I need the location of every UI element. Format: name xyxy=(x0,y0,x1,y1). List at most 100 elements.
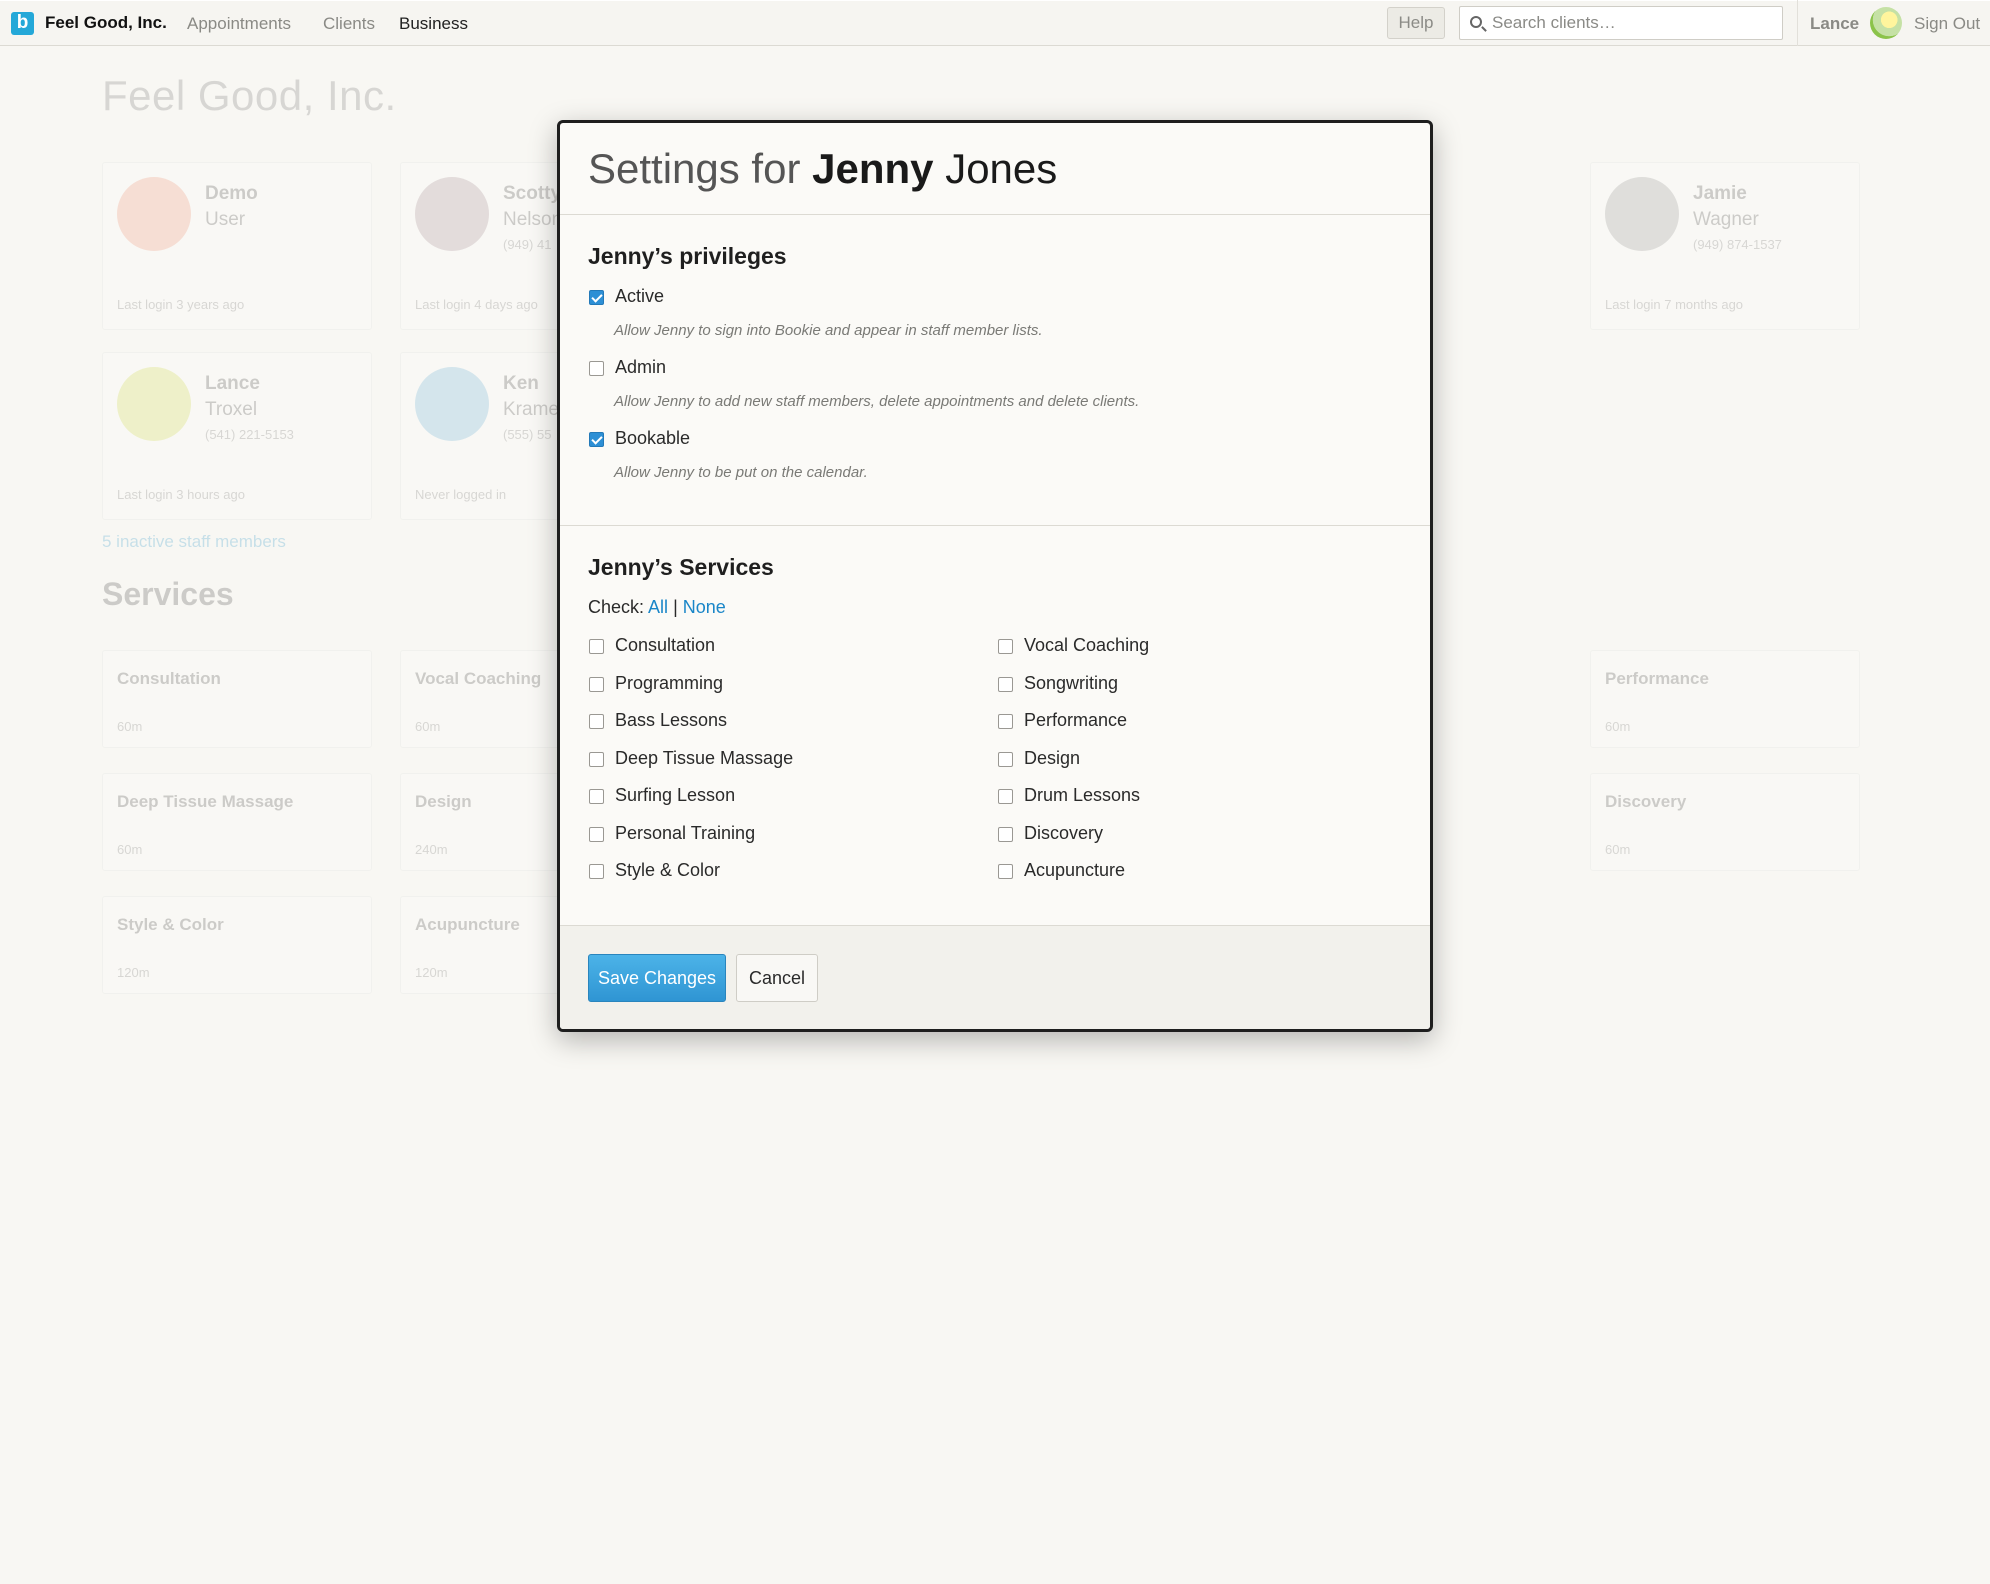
nav-divider xyxy=(1797,0,1798,46)
service-checkbox-programming[interactable] xyxy=(589,677,604,692)
service-checkbox-performance[interactable] xyxy=(998,714,1013,729)
service-label[interactable]: Vocal Coaching xyxy=(1024,635,1149,656)
service-name: Consultation xyxy=(117,669,221,688)
active-checkbox[interactable] xyxy=(589,290,604,305)
admin-label[interactable]: Admin xyxy=(615,357,666,378)
nav-appointments[interactable]: Appointments xyxy=(187,14,291,34)
help-button[interactable]: Help xyxy=(1387,7,1445,39)
search-icon xyxy=(1470,16,1482,28)
service-card[interactable]: Style & Color 120m xyxy=(102,896,372,994)
service-label[interactable]: Style & Color xyxy=(615,860,720,881)
service-checkbox-vocal-coaching[interactable] xyxy=(998,639,1013,654)
check-none-link[interactable]: None xyxy=(683,597,726,617)
service-label[interactable]: Discovery xyxy=(1024,823,1103,844)
modal-header: Settings for Jenny Jones xyxy=(560,123,1430,215)
check-all-none: Check: All | None xyxy=(588,597,726,618)
top-navbar: b Feel Good, Inc. Appointments Clients B… xyxy=(0,0,1990,46)
services-heading: Services xyxy=(102,576,234,612)
service-checkbox-acupuncture[interactable] xyxy=(998,864,1013,879)
service-duration: 60m xyxy=(1605,842,1631,857)
service-label[interactable]: Consultation xyxy=(615,635,715,656)
staff-card[interactable]: Lance Troxel (541) 221-5153 Last login 3… xyxy=(102,352,372,520)
avatar xyxy=(415,367,489,441)
staff-last-name: Wagner xyxy=(1693,209,1759,230)
service-card[interactable]: Deep Tissue Massage 60m xyxy=(102,773,372,871)
staff-card[interactable]: Demo User Last login 3 years ago xyxy=(102,162,372,330)
search-input[interactable] xyxy=(1492,11,1772,35)
staff-last-name: Nelson xyxy=(503,209,563,230)
service-label[interactable]: Performance xyxy=(1024,710,1127,731)
staff-card[interactable]: Jamie Wagner (949) 874-1537 Last login 7… xyxy=(1590,162,1860,330)
service-checkbox-design[interactable] xyxy=(998,752,1013,767)
check-separator: | xyxy=(673,597,678,617)
service-label[interactable]: Personal Training xyxy=(615,823,755,844)
avatar xyxy=(415,177,489,251)
nav-business[interactable]: Business xyxy=(399,14,468,34)
brand-name[interactable]: Feel Good, Inc. xyxy=(45,13,167,33)
service-checkbox-personal-training[interactable] xyxy=(589,827,604,842)
avatar xyxy=(117,177,191,251)
service-label[interactable]: Bass Lessons xyxy=(615,710,727,731)
service-name: Design xyxy=(415,792,472,811)
service-checkbox-style-color[interactable] xyxy=(589,864,604,879)
service-checkbox-surfing-lesson[interactable] xyxy=(589,789,604,804)
service-checkbox-songwriting[interactable] xyxy=(998,677,1013,692)
service-checkbox-bass-lessons[interactable] xyxy=(589,714,604,729)
staff-last-login: Last login 3 years ago xyxy=(117,297,245,312)
cancel-button[interactable]: Cancel xyxy=(736,954,818,1002)
staff-last-login: Last login 7 months ago xyxy=(1605,297,1744,312)
service-checkbox-drum-lessons[interactable] xyxy=(998,789,1013,804)
bookie-logo[interactable]: b xyxy=(11,12,34,35)
modal-title-prefix: Settings for xyxy=(588,145,801,192)
service-checkbox-consultation[interactable] xyxy=(589,639,604,654)
staff-last-login: Last login 3 hours ago xyxy=(117,487,245,502)
bookable-description: Allow Jenny to be put on the calendar. xyxy=(614,464,868,481)
services-heading-modal: Jenny’s Services xyxy=(588,554,774,580)
user-avatar[interactable] xyxy=(1870,7,1902,39)
service-label[interactable]: Programming xyxy=(615,673,723,694)
nav-clients[interactable]: Clients xyxy=(323,14,375,34)
sign-out-link[interactable]: Sign Out xyxy=(1914,14,1980,34)
bookable-label[interactable]: Bookable xyxy=(615,428,690,449)
service-name: Discovery xyxy=(1605,792,1687,811)
service-duration: 120m xyxy=(117,965,150,980)
service-checkbox-deep-tissue-massage[interactable] xyxy=(589,752,604,767)
service-label[interactable]: Surfing Lesson xyxy=(615,785,735,806)
admin-checkbox[interactable] xyxy=(589,361,604,376)
save-changes-button[interactable]: Save Changes xyxy=(588,954,726,1002)
service-duration: 60m xyxy=(1605,719,1631,734)
modal-title-last-name: Jones xyxy=(945,145,1058,192)
staff-first-name: Ken xyxy=(503,373,539,394)
service-duration: 60m xyxy=(415,719,441,734)
active-description: Allow Jenny to sign into Bookie and appe… xyxy=(614,322,1043,339)
admin-description: Allow Jenny to add new staff members, de… xyxy=(614,393,1140,410)
service-label[interactable]: Acupuncture xyxy=(1024,860,1125,881)
avatar xyxy=(1605,177,1679,251)
active-label[interactable]: Active xyxy=(615,286,664,307)
staff-phone: (949) 41 xyxy=(503,237,552,252)
service-duration: 240m xyxy=(415,842,448,857)
privileges-heading: Jenny’s privileges xyxy=(588,243,787,269)
service-checkbox-discovery[interactable] xyxy=(998,827,1013,842)
staff-first-name: Scotty xyxy=(503,183,562,204)
service-label[interactable]: Design xyxy=(1024,748,1080,769)
user-name[interactable]: Lance xyxy=(1810,14,1859,34)
staff-phone: (555) 55 xyxy=(503,427,552,442)
service-card[interactable]: Consultation 60m xyxy=(102,650,372,748)
page-title: Feel Good, Inc. xyxy=(102,72,397,119)
service-duration: 60m xyxy=(117,719,143,734)
service-label[interactable]: Songwriting xyxy=(1024,673,1118,694)
service-label[interactable]: Drum Lessons xyxy=(1024,785,1140,806)
staff-phone: (949) 874-1537 xyxy=(1693,237,1782,252)
inactive-staff-link[interactable]: 5 inactive staff members xyxy=(102,532,286,552)
modal-title: Settings for Jenny Jones xyxy=(588,145,1057,193)
service-label[interactable]: Deep Tissue Massage xyxy=(615,748,793,769)
staff-first-name: Jamie xyxy=(1693,183,1747,204)
staff-last-name: Troxel xyxy=(205,399,258,420)
service-card[interactable]: Performance 60m xyxy=(1590,650,1860,748)
staff-last-name: User xyxy=(205,209,246,230)
service-name: Deep Tissue Massage xyxy=(117,792,294,811)
service-card[interactable]: Discovery 60m xyxy=(1590,773,1860,871)
bookable-checkbox[interactable] xyxy=(589,432,604,447)
check-all-link[interactable]: All xyxy=(648,597,668,617)
